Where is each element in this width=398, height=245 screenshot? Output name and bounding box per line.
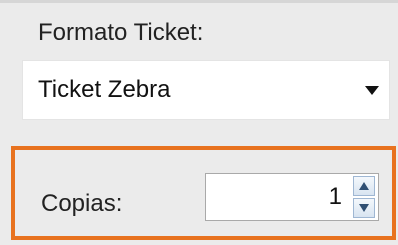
copies-stepper[interactable]: 1 [205, 173, 379, 221]
arrow-up-icon [359, 182, 369, 190]
copies-value[interactable]: 1 [329, 182, 342, 212]
ticket-format-label: Formato Ticket: [38, 19, 204, 46]
ticket-format-selected-value: Ticket Zebra [38, 76, 171, 103]
chevron-down-icon [365, 86, 379, 95]
copies-increment-button[interactable] [353, 176, 375, 196]
ticket-format-dropdown[interactable]: Ticket Zebra [22, 60, 390, 120]
copies-decrement-button[interactable] [353, 198, 375, 218]
copies-label: Copias: [41, 190, 123, 217]
top-divider [0, 0, 398, 3]
arrow-down-icon [359, 204, 369, 212]
copies-highlight-box: Copias: 1 [11, 146, 396, 240]
